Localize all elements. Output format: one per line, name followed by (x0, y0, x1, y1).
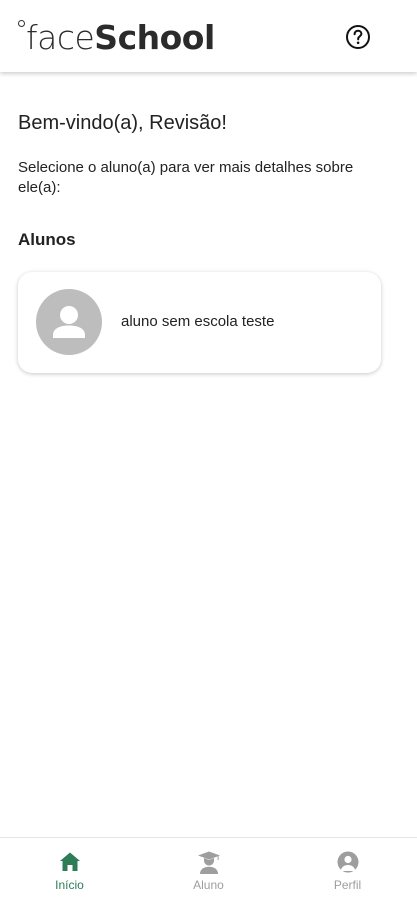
nav-label-aluno: Aluno (193, 878, 224, 892)
welcome-heading: Bem-vindo(a), Revisão! (18, 112, 227, 134)
nav-item-inicio[interactable]: Início (0, 838, 139, 900)
nav-label-inicio: Início (55, 878, 84, 892)
instructions-text: Selecione o aluno(a) para ver mais detal… (18, 159, 354, 196)
student-card[interactable]: aluno sem escola teste (18, 272, 381, 373)
nav-item-aluno[interactable]: Aluno (139, 838, 278, 900)
top-app-bar: face School (0, 0, 417, 72)
help-circle-icon (346, 25, 370, 49)
bottom-navigation: Início Aluno Perfil (0, 837, 417, 900)
avatar (36, 289, 102, 355)
student-name: aluno sem escola teste (121, 313, 275, 330)
logo-dot (18, 20, 25, 27)
logo-text-face: face (26, 18, 95, 57)
app-logo: face School (18, 18, 215, 58)
help-button[interactable] (345, 24, 371, 50)
nav-label-perfil: Perfil (333, 878, 362, 892)
home-icon (59, 852, 80, 871)
nav-item-perfil[interactable]: Perfil (278, 838, 417, 900)
person-icon (53, 306, 85, 338)
students-section-title: Alunos (18, 230, 76, 249)
logo-text-school: School (94, 18, 215, 57)
graduate-icon (197, 851, 220, 874)
app-root: face School Bem-vindo(a), Revisão! Selec… (0, 0, 417, 900)
account-circle-icon (337, 851, 358, 873)
